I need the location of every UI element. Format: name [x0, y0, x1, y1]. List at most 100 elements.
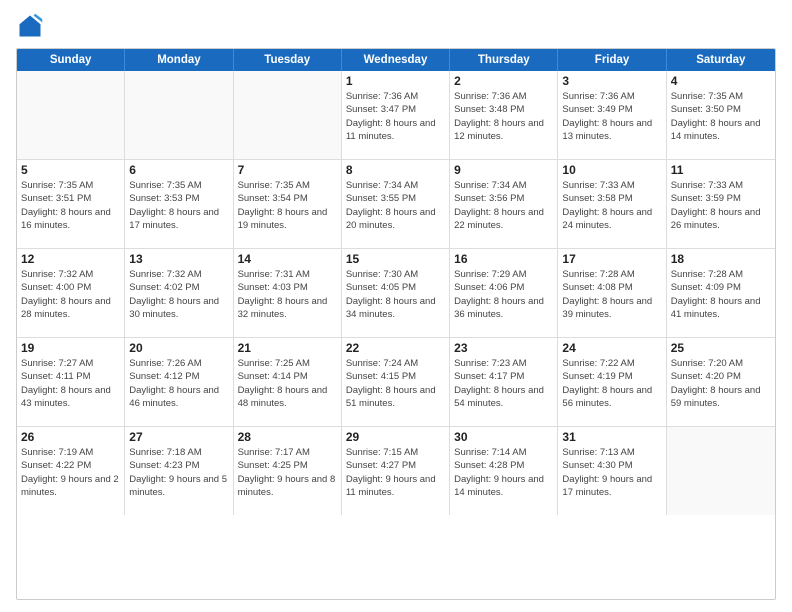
day-info: Sunrise: 7:20 AM Sunset: 4:20 PM Dayligh… — [671, 357, 771, 410]
day-info: Sunrise: 7:34 AM Sunset: 3:56 PM Dayligh… — [454, 179, 553, 232]
day-number: 12 — [21, 252, 120, 266]
empty-cell-0-1 — [125, 71, 233, 159]
day-cell-16: 16 Sunrise: 7:29 AM Sunset: 4:06 PM Dayli… — [450, 249, 558, 337]
empty-cell-0-2 — [234, 71, 342, 159]
day-number: 13 — [129, 252, 228, 266]
day-info: Sunrise: 7:28 AM Sunset: 4:09 PM Dayligh… — [671, 268, 771, 321]
day-number: 10 — [562, 163, 661, 177]
day-cell-10: 10 Sunrise: 7:33 AM Sunset: 3:58 PM Dayli… — [558, 160, 666, 248]
day-cell-8: 8 Sunrise: 7:34 AM Sunset: 3:55 PM Daylig… — [342, 160, 450, 248]
logo — [16, 12, 48, 40]
day-cell-27: 27 Sunrise: 7:18 AM Sunset: 4:23 PM Dayli… — [125, 427, 233, 515]
day-cell-19: 19 Sunrise: 7:27 AM Sunset: 4:11 PM Dayli… — [17, 338, 125, 426]
header-day-sunday: Sunday — [17, 49, 125, 71]
day-number: 2 — [454, 74, 553, 88]
day-number: 3 — [562, 74, 661, 88]
day-number: 11 — [671, 163, 771, 177]
day-cell-2: 2 Sunrise: 7:36 AM Sunset: 3:48 PM Daylig… — [450, 71, 558, 159]
day-number: 6 — [129, 163, 228, 177]
day-cell-15: 15 Sunrise: 7:30 AM Sunset: 4:05 PM Dayli… — [342, 249, 450, 337]
day-number: 24 — [562, 341, 661, 355]
header — [16, 12, 776, 40]
day-number: 30 — [454, 430, 553, 444]
day-info: Sunrise: 7:34 AM Sunset: 3:55 PM Dayligh… — [346, 179, 445, 232]
day-info: Sunrise: 7:15 AM Sunset: 4:27 PM Dayligh… — [346, 446, 445, 499]
day-info: Sunrise: 7:36 AM Sunset: 3:48 PM Dayligh… — [454, 90, 553, 143]
empty-cell-0-0 — [17, 71, 125, 159]
day-number: 26 — [21, 430, 120, 444]
day-info: Sunrise: 7:35 AM Sunset: 3:50 PM Dayligh… — [671, 90, 771, 143]
calendar: SundayMondayTuesdayWednesdayThursdayFrid… — [16, 48, 776, 600]
day-cell-30: 30 Sunrise: 7:14 AM Sunset: 4:28 PM Dayli… — [450, 427, 558, 515]
day-info: Sunrise: 7:22 AM Sunset: 4:19 PM Dayligh… — [562, 357, 661, 410]
header-day-thursday: Thursday — [450, 49, 558, 71]
header-day-friday: Friday — [558, 49, 666, 71]
header-day-wednesday: Wednesday — [342, 49, 450, 71]
day-info: Sunrise: 7:27 AM Sunset: 4:11 PM Dayligh… — [21, 357, 120, 410]
calendar-row-5: 26 Sunrise: 7:19 AM Sunset: 4:22 PM Dayli… — [17, 426, 775, 515]
day-number: 1 — [346, 74, 445, 88]
calendar-row-2: 5Sunrise: 7:35 AM Sunset: 3:51 PM Daylig… — [17, 159, 775, 248]
day-info: Sunrise: 7:29 AM Sunset: 4:06 PM Dayligh… — [454, 268, 553, 321]
day-cell-9: 9 Sunrise: 7:34 AM Sunset: 3:56 PM Daylig… — [450, 160, 558, 248]
day-info: Sunrise: 7:28 AM Sunset: 4:08 PM Dayligh… — [562, 268, 661, 321]
calendar-row-3: 12 Sunrise: 7:32 AM Sunset: 4:00 PM Dayli… — [17, 248, 775, 337]
day-cell-23: 23Sunrise: 7:23 AM Sunset: 4:17 PM Dayli… — [450, 338, 558, 426]
day-cell-18: 18 Sunrise: 7:28 AM Sunset: 4:09 PM Dayli… — [667, 249, 775, 337]
day-cell-28: 28Sunrise: 7:17 AM Sunset: 4:25 PM Dayli… — [234, 427, 342, 515]
day-number: 20 — [129, 341, 228, 355]
day-cell-4: 4 Sunrise: 7:35 AM Sunset: 3:50 PM Daylig… — [667, 71, 775, 159]
day-info: Sunrise: 7:33 AM Sunset: 3:59 PM Dayligh… — [671, 179, 771, 232]
day-info: Sunrise: 7:13 AM Sunset: 4:30 PM Dayligh… — [562, 446, 661, 499]
day-info: Sunrise: 7:14 AM Sunset: 4:28 PM Dayligh… — [454, 446, 553, 499]
day-info: Sunrise: 7:32 AM Sunset: 4:02 PM Dayligh… — [129, 268, 228, 321]
day-cell-17: 17 Sunrise: 7:28 AM Sunset: 4:08 PM Dayli… — [558, 249, 666, 337]
day-cell-3: 3Sunrise: 7:36 AM Sunset: 3:49 PM Daylig… — [558, 71, 666, 159]
day-number: 15 — [346, 252, 445, 266]
header-day-monday: Monday — [125, 49, 233, 71]
day-info: Sunrise: 7:18 AM Sunset: 4:23 PM Dayligh… — [129, 446, 228, 499]
day-number: 17 — [562, 252, 661, 266]
day-cell-29: 29Sunrise: 7:15 AM Sunset: 4:27 PM Dayli… — [342, 427, 450, 515]
logo-icon — [16, 12, 44, 40]
day-number: 18 — [671, 252, 771, 266]
day-number: 4 — [671, 74, 771, 88]
calendar-body: 1 Sunrise: 7:36 AM Sunset: 3:47 PM Daylig… — [17, 71, 775, 515]
day-number: 8 — [346, 163, 445, 177]
day-number: 19 — [21, 341, 120, 355]
day-info: Sunrise: 7:33 AM Sunset: 3:58 PM Dayligh… — [562, 179, 661, 232]
day-info: Sunrise: 7:30 AM Sunset: 4:05 PM Dayligh… — [346, 268, 445, 321]
header-day-saturday: Saturday — [667, 49, 775, 71]
day-number: 25 — [671, 341, 771, 355]
day-number: 5 — [21, 163, 120, 177]
day-cell-1: 1 Sunrise: 7:36 AM Sunset: 3:47 PM Daylig… — [342, 71, 450, 159]
page: SundayMondayTuesdayWednesdayThursdayFrid… — [0, 0, 792, 612]
day-info: Sunrise: 7:35 AM Sunset: 3:53 PM Dayligh… — [129, 179, 228, 232]
empty-cell-4-6 — [667, 427, 775, 515]
day-cell-11: 11 Sunrise: 7:33 AM Sunset: 3:59 PM Dayli… — [667, 160, 775, 248]
day-cell-25: 25 Sunrise: 7:20 AM Sunset: 4:20 PM Dayli… — [667, 338, 775, 426]
day-info: Sunrise: 7:26 AM Sunset: 4:12 PM Dayligh… — [129, 357, 228, 410]
day-info: Sunrise: 7:31 AM Sunset: 4:03 PM Dayligh… — [238, 268, 337, 321]
day-number: 31 — [562, 430, 661, 444]
day-number: 9 — [454, 163, 553, 177]
day-cell-7: 7 Sunrise: 7:35 AM Sunset: 3:54 PM Daylig… — [234, 160, 342, 248]
day-cell-12: 12 Sunrise: 7:32 AM Sunset: 4:00 PM Dayli… — [17, 249, 125, 337]
day-info: Sunrise: 7:32 AM Sunset: 4:00 PM Dayligh… — [21, 268, 120, 321]
day-cell-24: 24 Sunrise: 7:22 AM Sunset: 4:19 PM Dayli… — [558, 338, 666, 426]
day-number: 16 — [454, 252, 553, 266]
day-number: 27 — [129, 430, 228, 444]
day-cell-5: 5Sunrise: 7:35 AM Sunset: 3:51 PM Daylig… — [17, 160, 125, 248]
day-cell-6: 6 Sunrise: 7:35 AM Sunset: 3:53 PM Daylig… — [125, 160, 233, 248]
day-number: 22 — [346, 341, 445, 355]
day-info: Sunrise: 7:36 AM Sunset: 3:47 PM Dayligh… — [346, 90, 445, 143]
day-cell-13: 13 Sunrise: 7:32 AM Sunset: 4:02 PM Dayli… — [125, 249, 233, 337]
day-cell-22: 22Sunrise: 7:24 AM Sunset: 4:15 PM Dayli… — [342, 338, 450, 426]
day-info: Sunrise: 7:19 AM Sunset: 4:22 PM Dayligh… — [21, 446, 120, 499]
day-info: Sunrise: 7:23 AM Sunset: 4:17 PM Dayligh… — [454, 357, 553, 410]
day-number: 7 — [238, 163, 337, 177]
day-cell-26: 26 Sunrise: 7:19 AM Sunset: 4:22 PM Dayli… — [17, 427, 125, 515]
day-info: Sunrise: 7:35 AM Sunset: 3:54 PM Dayligh… — [238, 179, 337, 232]
header-day-tuesday: Tuesday — [234, 49, 342, 71]
calendar-header: SundayMondayTuesdayWednesdayThursdayFrid… — [17, 49, 775, 71]
